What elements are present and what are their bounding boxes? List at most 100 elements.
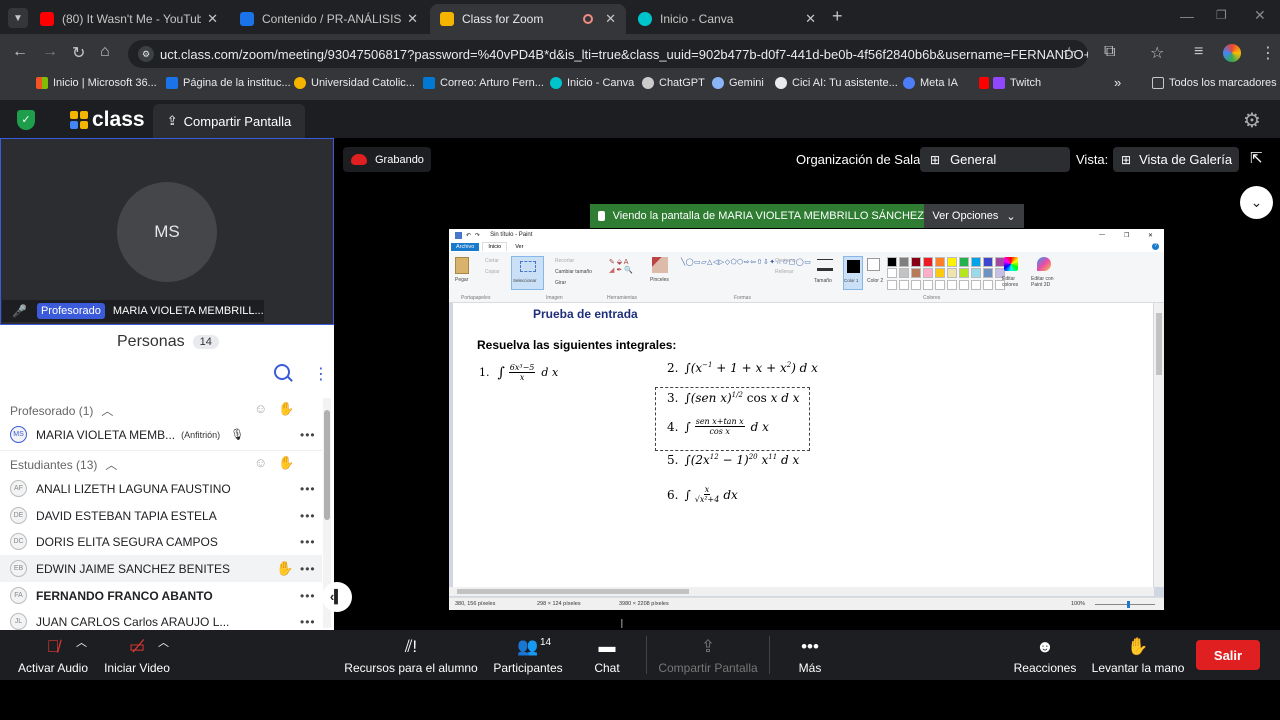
forward-arrow-icon[interactable]: → xyxy=(42,43,58,61)
color-swatch[interactable] xyxy=(971,257,981,267)
select-button[interactable]: Seleccionar xyxy=(511,256,544,290)
settings-gear-icon[interactable]: ⚙ xyxy=(1243,108,1261,133)
more-button[interactable]: ••• Más xyxy=(790,630,830,680)
size-button[interactable] xyxy=(817,259,833,271)
close-button[interactable]: ✕ xyxy=(1148,232,1153,239)
color-swatch[interactable] xyxy=(983,279,993,290)
profile-avatar[interactable] xyxy=(1223,44,1241,62)
color-swatch[interactable] xyxy=(947,268,957,279)
horizontal-scrollbar[interactable] xyxy=(449,587,1154,596)
scrollbar-thumb[interactable] xyxy=(457,589,689,594)
list-item[interactable]: DC DORIS ELITA SEGURA CAMPOS xyxy=(10,533,218,550)
bookmark-cici[interactable]: Cici AI: Tu asistente... xyxy=(775,77,898,89)
participant-menu-button[interactable]: ••• xyxy=(300,509,316,523)
hand-icon[interactable]: ✋ xyxy=(278,455,294,471)
tab-contenido[interactable]: Contenido / PR-ANÁLISIS MATE ✕ xyxy=(230,4,428,34)
bookmark-universidad[interactable]: Universidad Catolic... xyxy=(294,77,415,89)
all-bookmarks[interactable]: Todos los marcadores xyxy=(1152,77,1277,89)
color-swatch[interactable] xyxy=(959,268,969,279)
list-item[interactable]: JL JUAN CARLOS Carlos ARAUJO L... xyxy=(10,613,229,630)
home-icon[interactable]: ⌂ xyxy=(100,43,110,61)
participant-menu-button[interactable]: ••• xyxy=(300,428,316,442)
list-item[interactable]: MS MARIA VIOLETA MEMB... (Anfitrión) 🎙 xyxy=(10,426,244,443)
paste-button[interactable] xyxy=(455,257,469,274)
share-screen-button[interactable]: ⇪ Compartir Pantalla xyxy=(658,630,758,680)
student-resources-button[interactable]: ⫽! Recursos para el alumno xyxy=(344,630,477,680)
close-icon[interactable]: ✕ xyxy=(207,11,218,27)
color-swatch[interactable] xyxy=(911,268,921,279)
reaction-icon[interactable]: ☺ xyxy=(254,401,267,416)
copy-button[interactable]: Copiar xyxy=(485,269,500,275)
tab-search-button[interactable]: ▼ xyxy=(8,8,28,28)
edit-colors-button[interactable] xyxy=(1004,257,1018,271)
rotate-button[interactable]: Girar xyxy=(555,280,566,286)
tab-youtube[interactable]: (80) It Wasn't Me - YouTube ✕ xyxy=(30,4,228,34)
menu-ver[interactable]: Ver xyxy=(510,243,528,251)
paint-canvas[interactable]: Prueba de entrada Resuelva las siguiente… xyxy=(453,303,1153,593)
cut-button[interactable]: Cortar xyxy=(485,258,499,264)
reading-list-icon[interactable]: ≡ xyxy=(1194,43,1203,61)
list-item[interactable]: DE DAVID ESTEBAN TAPIA ESTELA xyxy=(10,507,217,524)
reactions-button[interactable]: ☻ Reacciones xyxy=(1013,630,1077,680)
color-swatch[interactable] xyxy=(935,279,945,290)
color-swatch[interactable] xyxy=(899,268,909,279)
close-window-button[interactable]: ✕ xyxy=(1254,7,1266,24)
bookmark-meta[interactable]: Meta IA xyxy=(903,77,958,89)
list-item[interactable]: FA FERNANDO FRANCO ABANTO xyxy=(10,587,213,604)
bookmark-chatgpt[interactable]: ChatGPT xyxy=(642,77,705,89)
color-swatch[interactable] xyxy=(923,257,933,267)
site-info-icon[interactable]: ⚙ xyxy=(138,46,154,62)
back-arrow-icon[interactable]: ← xyxy=(12,43,28,61)
shapes-gallery[interactable]: ╲◯▭▱△◁▷◇⬠⬡⇨⇦⇧⇩✦☆✩▢◯▭ xyxy=(681,258,811,267)
reload-icon[interactable]: ↻ xyxy=(72,43,85,63)
scrollbar-thumb[interactable] xyxy=(1156,313,1162,375)
participant-menu-button[interactable]: ••• xyxy=(300,562,316,576)
close-icon[interactable]: ✕ xyxy=(805,11,816,27)
exit-button[interactable]: Salir xyxy=(1196,640,1260,670)
bookmark-microsoft[interactable]: Inicio | Microsoft 36... xyxy=(36,77,157,89)
tab-class-for-zoom[interactable]: Class for Zoom ✕ xyxy=(430,4,626,34)
brushes-button[interactable] xyxy=(652,257,668,273)
color-swatch[interactable] xyxy=(947,257,957,267)
participant-menu-button[interactable]: ••• xyxy=(300,482,316,496)
close-icon[interactable]: ✕ xyxy=(407,11,418,27)
color-swatch[interactable] xyxy=(923,268,933,279)
extensions-icon[interactable]: ⧉ xyxy=(1104,43,1115,61)
color-swatch[interactable] xyxy=(899,257,909,267)
bookmark-gemini[interactable]: Gemini xyxy=(712,77,764,89)
more-options-icon[interactable]: ⋮ xyxy=(313,364,329,384)
color-swatch[interactable] xyxy=(971,268,981,279)
bookmark-correo[interactable]: Correo: Arturo Fern... xyxy=(423,77,544,89)
reaction-icon[interactable]: ☺ xyxy=(254,455,267,470)
color-swatch[interactable] xyxy=(947,279,957,290)
color-swatch[interactable] xyxy=(887,268,897,279)
participant-menu-button[interactable]: ••• xyxy=(300,535,316,549)
minimize-button[interactable]: — xyxy=(1099,232,1105,238)
color-swatch[interactable] xyxy=(887,279,897,290)
address-bar[interactable]: ⚙ uct.class.com/zoom/meeting/93047506817… xyxy=(128,40,1088,68)
color-swatch[interactable] xyxy=(923,279,933,290)
view-options-button[interactable]: Ver Opciones ⌄ xyxy=(924,204,1024,228)
color-palette[interactable] xyxy=(887,257,1007,290)
bookmarks-overflow-icon[interactable]: » xyxy=(1114,75,1121,90)
students-section-header[interactable]: Estudiantes (13) ︿ xyxy=(10,456,117,473)
pencil-tools[interactable]: ✎ ⬙ A ◢ ✒ 🔍 xyxy=(609,258,633,274)
shield-icon[interactable]: ✓ xyxy=(17,110,35,130)
chat-button[interactable]: ▬ Chat xyxy=(588,630,626,680)
color-swatch[interactable] xyxy=(971,279,981,290)
bookmarks-icon[interactable]: ☆ xyxy=(1150,43,1164,63)
resize-button[interactable]: Cambiar tamaño xyxy=(555,269,592,275)
tab-canva[interactable]: Inicio - Canva ✕ xyxy=(628,4,826,34)
zoom-slider-thumb[interactable] xyxy=(1127,601,1130,608)
menu-inicio[interactable]: Inicio xyxy=(482,242,508,251)
restore-button[interactable]: ❐ xyxy=(1216,8,1227,22)
bookmark-twitch[interactable]: Twitch xyxy=(979,77,1041,89)
audio-options-chevron[interactable]: ︿ xyxy=(76,634,87,650)
room-org-select[interactable]: ⊞ General xyxy=(920,147,1070,172)
participant-menu-button[interactable]: ••• xyxy=(300,589,316,603)
color-swatch[interactable] xyxy=(935,268,945,279)
color-swatch[interactable] xyxy=(959,257,969,267)
hand-icon[interactable]: ✋ xyxy=(278,401,294,417)
color1-button[interactable]: Color 1 xyxy=(843,256,863,290)
menu-archivo[interactable]: Archivo xyxy=(451,242,480,251)
